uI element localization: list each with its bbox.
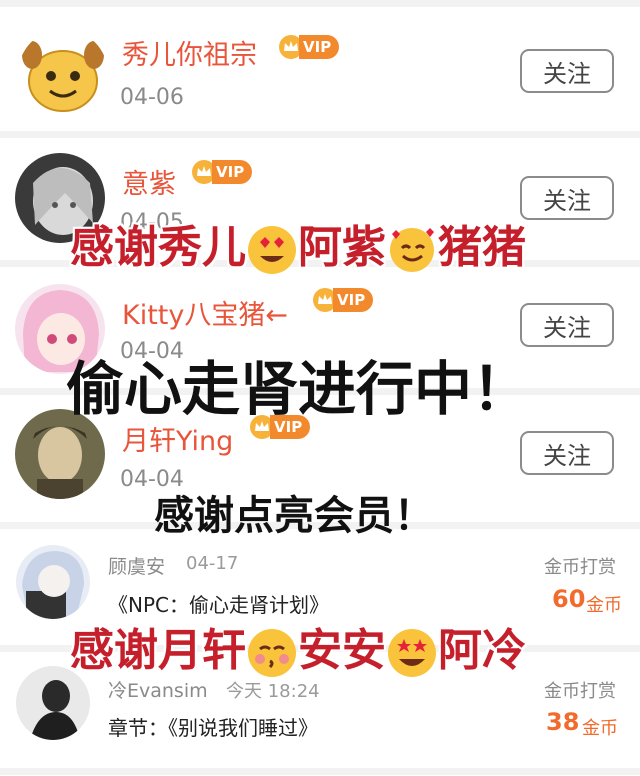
vip-badge: VIP — [277, 34, 340, 60]
overlay-thanks-line-1: 感谢秀儿 阿紫 猪猪 — [70, 211, 526, 276]
follow-date: 04-06 — [120, 85, 184, 110]
user-name[interactable]: 意紫 — [122, 162, 176, 201]
gift-amount: 60 — [552, 585, 586, 613]
follow-button[interactable]: 关注 — [520, 176, 614, 220]
gift-date: 04-17 — [186, 553, 239, 574]
overlay-thanks-line-2: 感谢月轩 安安 阿冷 — [70, 614, 526, 679]
star-eyes-emoji-icon — [388, 629, 436, 677]
follow-row[interactable]: 秀儿你祖宗 VIP 04-06 关注 — [0, 7, 640, 131]
gift-label: 金币打赏 — [544, 557, 616, 578]
gift-unit: 金币 — [582, 718, 618, 739]
kissing-emoji-icon — [248, 629, 296, 677]
follow-button[interactable]: 关注 — [520, 431, 614, 475]
heart-eyes-emoji-icon — [248, 226, 296, 274]
overlay-main-line: 偷心走肾进行中！ — [66, 355, 531, 423]
gift-unit: 金币 — [586, 595, 622, 616]
gift-title[interactable]: 章节：《别说我们睡过》 — [108, 712, 318, 741]
gift-amount: 38 — [546, 708, 580, 736]
follow-button[interactable]: 关注 — [520, 49, 614, 93]
vip-badge: VIP — [190, 159, 253, 185]
user-name[interactable]: 秀儿你祖宗 — [122, 33, 257, 72]
gift-user-name[interactable]: 顾虞安 — [108, 552, 165, 579]
gift-date: 今天 18:24 — [226, 681, 320, 702]
overlay-member-line: 感谢点亮会员！ — [154, 493, 434, 539]
smiling-hearts-emoji-icon — [390, 228, 434, 272]
gift-user-name[interactable]: 冷Evansim — [108, 676, 208, 703]
doge-face-icon[interactable] — [18, 29, 108, 119]
user-name[interactable]: Kitty八宝猪← — [122, 293, 288, 332]
vip-badge: VIP — [311, 287, 374, 313]
anime-boy-avatar[interactable] — [16, 545, 90, 619]
gift-label: 金币打赏 — [544, 681, 616, 702]
follow-button[interactable]: 关注 — [520, 303, 614, 347]
